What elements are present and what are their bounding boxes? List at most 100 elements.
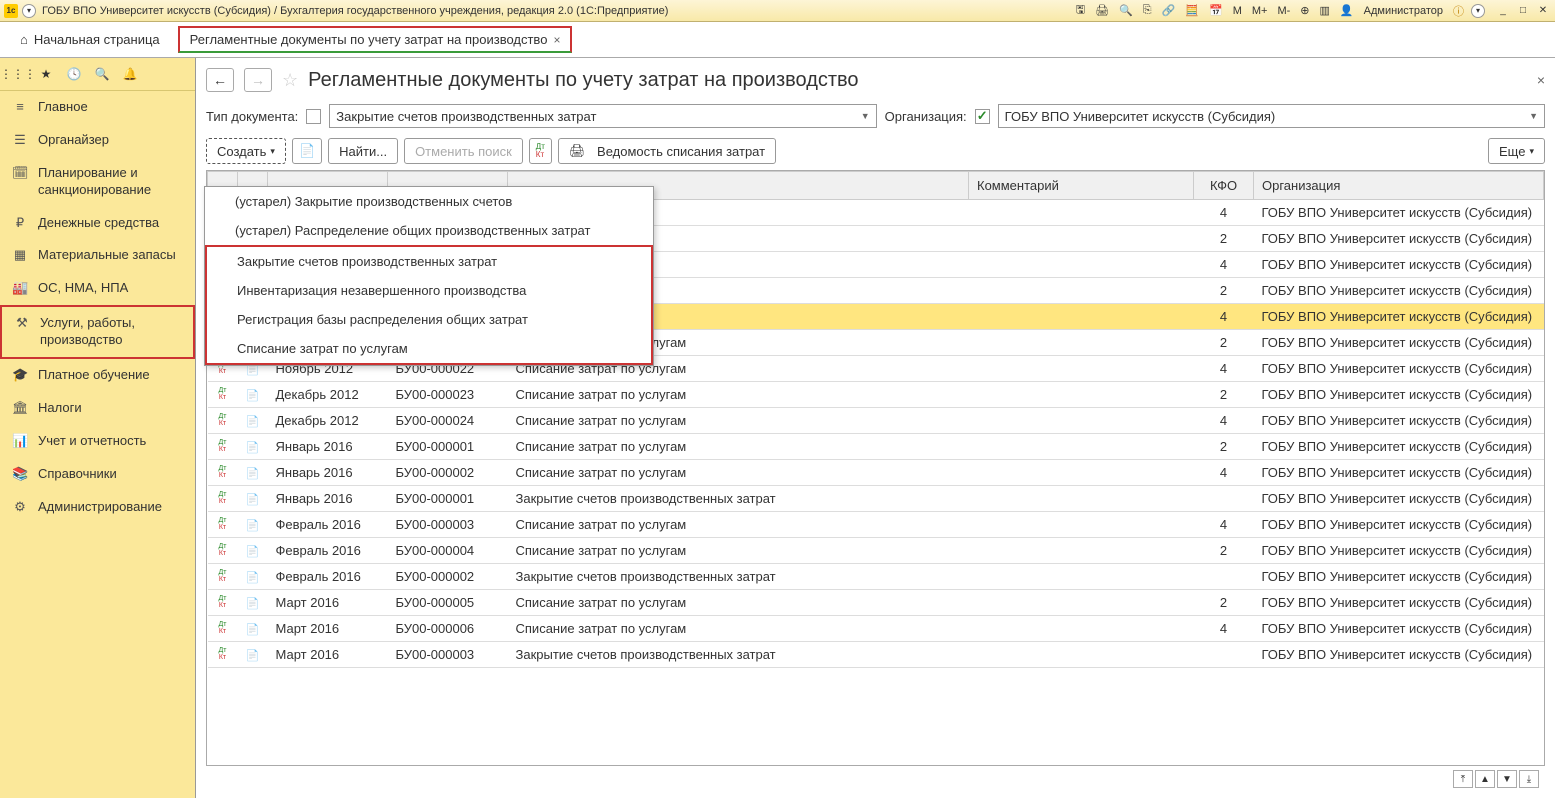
more-button[interactable]: Еще▾ — [1488, 138, 1545, 164]
window-maximize[interactable]: □ — [1515, 4, 1531, 18]
reports-icon: 📊 — [12, 433, 28, 449]
sidebar-item-assets[interactable]: 🏭ОС, НМА, НПА — [0, 272, 195, 305]
cell-number: БУ00-000001 — [388, 434, 508, 460]
sidebar-item-admin[interactable]: ⚙Администрирование — [0, 491, 195, 524]
sidebar-item-main[interactable]: ≡Главное — [0, 91, 195, 124]
menu-item[interactable]: Регистрация базы распределения общих зат… — [207, 305, 651, 334]
tool-calc-icon[interactable]: 🧮 — [1182, 4, 1202, 17]
table-row[interactable]: ДтКт📄Январь 2016БУ00-000001Списание затр… — [208, 434, 1544, 460]
go-start-icon[interactable]: ⤒ — [1453, 770, 1473, 788]
cell-number: БУ00-000005 — [388, 590, 508, 616]
doc-type-checkbox[interactable] — [306, 109, 321, 124]
close-panel-icon[interactable]: × — [1537, 72, 1545, 88]
filter-row: Тип документа: Закрытие счетов производс… — [206, 100, 1545, 132]
cell-date: Январь 2016 — [268, 434, 388, 460]
cell-comment — [969, 304, 1194, 330]
table-row[interactable]: ДтКт📄Март 2016БУ00-000006Списание затрат… — [208, 616, 1544, 642]
doc-type-select[interactable]: Закрытие счетов производственных затрат … — [329, 104, 876, 128]
nav-forward-button[interactable]: → — [244, 68, 272, 92]
menu-item[interactable]: Закрытие счетов производственных затрат — [207, 247, 651, 276]
post-button[interactable]: ДтКт — [529, 138, 552, 164]
tool-compare-icon[interactable]: ⎘ — [1140, 4, 1155, 17]
titlebar-tools: 🖫 🖨 🔍 ⎘ 🔗 🧮 📅 M M+ M- ⊕ ▥ 👤 Администрато… — [1073, 1, 1551, 20]
sidebar-item-taxes[interactable]: 🏛Налоги — [0, 392, 195, 425]
find-button[interactable]: Найти... — [328, 138, 398, 164]
tool-preview-icon[interactable]: 🔍 — [1116, 4, 1136, 17]
menu-item[interactable]: Списание затрат по услугам — [207, 334, 651, 363]
tool-panel-icon[interactable]: ▥ — [1317, 4, 1333, 17]
tabstrip: ⌂ Начальная страница Регламентные докуме… — [0, 22, 1555, 58]
create-button[interactable]: Создать ▾ — [206, 138, 286, 164]
table-row[interactable]: ДтКт📄Декабрь 2012БУ00-000023Списание зат… — [208, 382, 1544, 408]
menu-item[interactable]: (устарел) Распределение общих производст… — [205, 216, 653, 245]
zoom-in-icon[interactable]: ⊕ — [1297, 4, 1312, 17]
cancel-search-button[interactable]: Отменить поиск — [404, 138, 523, 164]
sidebar-item-money[interactable]: ₽Денежные средства — [0, 207, 195, 240]
history-icon[interactable]: 🕓 — [62, 64, 86, 84]
chevron-down-icon: ▾ — [1529, 146, 1534, 157]
table-row[interactable]: ДтКт📄Март 2016БУ00-000005Списание затрат… — [208, 590, 1544, 616]
sidebar-item-materials[interactable]: ▦Материальные запасы — [0, 239, 195, 272]
sections-icon[interactable]: ⋮⋮⋮ — [6, 64, 30, 84]
table-row[interactable]: ДтКт📄Февраль 2016БУ00-000002Закрытие сче… — [208, 564, 1544, 590]
tool-print-icon[interactable]: 🖨 — [1092, 4, 1112, 17]
cell-kfo: 4 — [1194, 460, 1254, 486]
posted-icon: ДтКт — [219, 465, 227, 479]
table-row[interactable]: ДтКт📄Январь 2016БУ00-000001Закрытие счет… — [208, 486, 1544, 512]
cell-operation: Списание затрат по услугам — [508, 434, 969, 460]
cell-kfo: 4 — [1194, 512, 1254, 538]
user-icon: 👤 — [1337, 4, 1357, 17]
menu-item[interactable]: Инвентаризация незавершенного производст… — [207, 276, 651, 305]
table-row[interactable]: ДтКт📄Январь 2016БУ00-000002Списание затр… — [208, 460, 1544, 486]
menu-item[interactable]: (устарел) Закрытие производственных счет… — [205, 187, 653, 216]
cell-operation: Закрытие счетов производственных затрат — [508, 486, 969, 512]
user-name[interactable]: Администратор — [1361, 5, 1446, 17]
favorites-icon[interactable]: ★ — [34, 64, 58, 84]
search-icon[interactable]: 🔍 — [90, 64, 114, 84]
print-icon: 🖨 — [569, 143, 586, 159]
favorite-star-icon[interactable]: ☆ — [282, 70, 298, 91]
sidebar-item-organizer[interactable]: ☰Органайзер — [0, 124, 195, 157]
go-down-icon[interactable]: ▼ — [1497, 770, 1517, 788]
sidebar-item-references[interactable]: 📚Справочники — [0, 458, 195, 491]
table-row[interactable]: ДтКт📄Март 2016БУ00-000003Закрытие счетов… — [208, 642, 1544, 668]
tool-save-icon[interactable]: 🖫 — [1073, 1, 1088, 20]
org-select[interactable]: ГОБУ ВПО Университет искусств (Субсидия)… — [998, 104, 1545, 128]
sidebar-item-services[interactable]: ⚒Услуги, работы, производство — [0, 305, 195, 359]
col-comment[interactable]: Комментарий — [969, 172, 1194, 200]
sidebar-item-planning[interactable]: 🗓Планирование и санкционирование — [0, 157, 195, 207]
sidebar-item-paid-edu[interactable]: 🎓Платное обучение — [0, 359, 195, 392]
info-icon[interactable]: ⓘ — [1450, 3, 1467, 19]
copy-button[interactable]: 📄 — [292, 138, 322, 164]
cell-date: Декабрь 2012 — [268, 408, 388, 434]
window-close[interactable]: ✕ — [1535, 4, 1551, 18]
cell-number: БУ00-000002 — [388, 564, 508, 590]
sidebar-item-reports[interactable]: 📊Учет и отчетность — [0, 425, 195, 458]
mem-mminus[interactable]: M- — [1274, 5, 1293, 17]
tab-home[interactable]: ⌂ Начальная страница — [10, 28, 170, 51]
doc-status-icon: 📄 — [246, 494, 260, 506]
info-dropdown[interactable]: ▾ — [1471, 4, 1485, 18]
tool-link-icon[interactable]: 🔗 — [1159, 4, 1179, 17]
app-menu-dropdown[interactable]: ▾ — [22, 4, 36, 18]
go-up-icon[interactable]: ▲ — [1475, 770, 1495, 788]
cell-date: Февраль 2016 — [268, 538, 388, 564]
table-row[interactable]: ДтКт📄Февраль 2016БУ00-000004Списание зат… — [208, 538, 1544, 564]
go-end-icon[interactable]: ⤓ — [1519, 770, 1539, 788]
cell-number: БУ00-000003 — [388, 642, 508, 668]
tab-active[interactable]: Регламентные документы по учету затрат н… — [178, 26, 573, 53]
table-row[interactable]: ДтКт📄Февраль 2016БУ00-000003Списание зат… — [208, 512, 1544, 538]
org-checkbox[interactable]: ✓ — [975, 109, 990, 124]
tab-close-icon[interactable]: × — [553, 33, 560, 47]
mem-mplus[interactable]: M+ — [1249, 5, 1271, 17]
window-minimize[interactable]: _ — [1495, 4, 1511, 18]
mem-m[interactable]: M — [1230, 5, 1245, 17]
notifications-icon[interactable]: 🔔 — [118, 64, 142, 84]
report-button[interactable]: 🖨 Ведомость списания затрат — [558, 138, 776, 164]
table-row[interactable]: ДтКт📄Декабрь 2012БУ00-000024Списание зат… — [208, 408, 1544, 434]
tool-calendar-icon[interactable]: 📅 — [1206, 4, 1226, 17]
nav-back-button[interactable]: ← — [206, 68, 234, 92]
col-org[interactable]: Организация — [1254, 172, 1544, 200]
cell-comment — [969, 356, 1194, 382]
col-kfo[interactable]: КФО — [1194, 172, 1254, 200]
